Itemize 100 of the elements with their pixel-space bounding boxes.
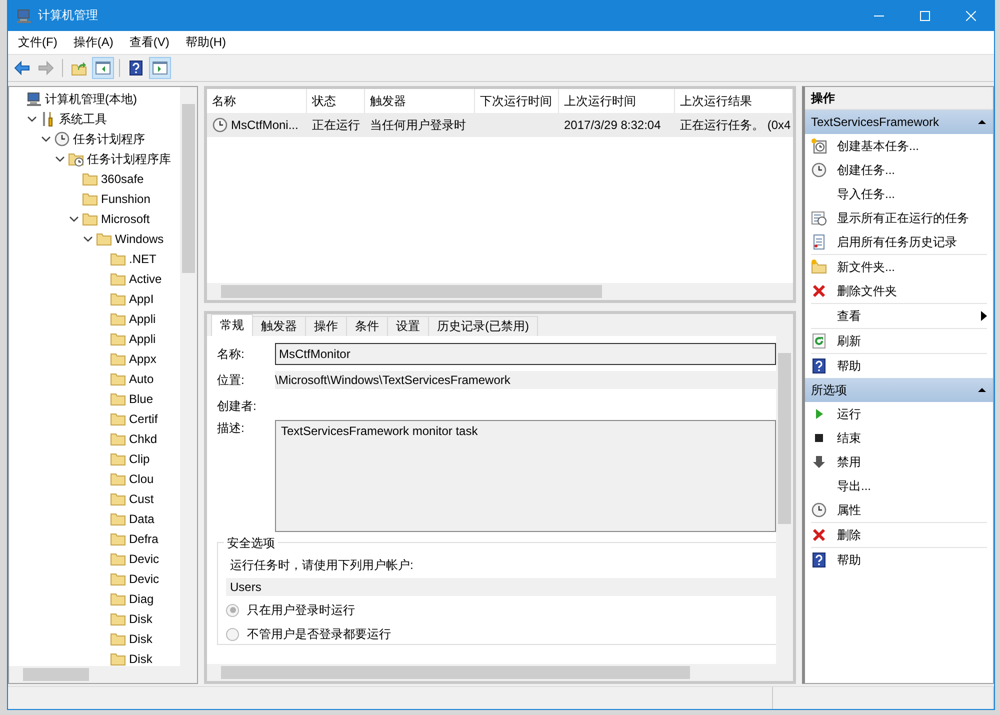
folder-icon	[110, 451, 126, 467]
horizontal-scrollbar[interactable]	[9, 666, 197, 683]
folder-icon	[110, 571, 126, 587]
chevron-down-icon[interactable]	[41, 134, 51, 144]
field-label: 位置:	[217, 372, 246, 388]
tree-item[interactable]: Diag	[129, 592, 154, 606]
tree-item[interactable]: 任务计划程序	[73, 130, 145, 148]
action-link[interactable]: 导出...	[837, 478, 987, 494]
tree-item[interactable]: Clip	[129, 452, 150, 466]
radio-button[interactable]	[226, 604, 239, 616]
chevron-down-icon[interactable]	[83, 234, 93, 244]
tree-item[interactable]: Clou	[129, 472, 154, 486]
folder-icon	[110, 251, 126, 267]
tree-item[interactable]: Certif	[129, 412, 158, 426]
action-pane-icon[interactable]	[149, 57, 171, 79]
section-header[interactable]: TextServicesFramework	[805, 110, 993, 134]
table-cell: MsCtfMoni...	[231, 118, 298, 132]
action-link[interactable]: 启用所有任务历史记录	[837, 234, 987, 250]
tree-item[interactable]: Disk	[129, 632, 152, 646]
tree-item[interactable]: Cust	[129, 492, 154, 506]
folder-icon	[110, 351, 126, 367]
folder-icon	[110, 391, 126, 407]
tree-item[interactable]: Data	[129, 512, 154, 526]
action-link[interactable]: 刷新	[837, 332, 987, 350]
list-clock-icon	[811, 210, 827, 226]
action-link[interactable]: 删除	[837, 526, 987, 544]
help-icon	[811, 358, 827, 374]
maximize-icon	[920, 10, 930, 20]
tree-item[interactable]: 系统工具	[59, 110, 107, 128]
collapse-arrow-icon[interactable]	[977, 117, 987, 127]
action-link[interactable]: 导入任务...	[837, 186, 987, 202]
tree-pane-icon[interactable]	[92, 57, 114, 79]
action-link[interactable]: 创建基本任务...	[837, 138, 987, 154]
log-list-icon	[811, 234, 827, 250]
delete-icon	[811, 283, 827, 299]
tree-item[interactable]: AppI	[129, 292, 154, 306]
section-header[interactable]: 所选项	[805, 378, 993, 402]
tree-item[interactable]: Disk	[129, 652, 152, 666]
radio-label: 不管用户是否登录都要运行	[247, 626, 391, 642]
action-link[interactable]: 新文件夹...	[837, 258, 987, 276]
action-link[interactable]: 查看	[837, 308, 971, 324]
vertical-scrollbar[interactable]	[180, 87, 197, 666]
chevron-down-icon[interactable]	[27, 114, 37, 124]
task-row[interactable]: MsCtfMoni... 正在运行 当任何用户登录时 2017/3/29 8:32:04 正在运行任务。 (0x4	[207, 113, 793, 137]
chevron-down-icon[interactable]	[69, 214, 79, 224]
refresh-icon	[811, 333, 827, 349]
tree-item[interactable]: 计算机管理(本地)	[45, 90, 137, 108]
section-title: TextServicesFramework	[811, 115, 940, 129]
tree-item[interactable]: Devic	[129, 572, 160, 586]
tab[interactable]: 历史记录(已禁用)	[428, 316, 538, 336]
tree-item[interactable]: 任务计划程序库	[87, 150, 171, 168]
tab[interactable]: 常规	[211, 314, 253, 336]
tree-item[interactable]: 360safe	[101, 172, 144, 186]
action-link[interactable]: 创建任务...	[837, 162, 987, 178]
action-link[interactable]: 属性	[837, 502, 987, 518]
new-folder-icon	[811, 259, 827, 275]
tree-item[interactable]: Appx	[129, 352, 156, 366]
radio-button[interactable]	[226, 628, 239, 640]
action-link[interactable]: 删除文件夹	[837, 282, 987, 300]
tree-item[interactable]: Disk	[129, 612, 152, 626]
horizontal-scrollbar[interactable]	[207, 283, 793, 300]
folder-icon	[110, 531, 126, 547]
tree-item[interactable]: Blue	[129, 392, 154, 406]
tree-item[interactable]: .NET	[129, 252, 156, 266]
tree-item[interactable]: Active	[129, 272, 162, 286]
folder-icon	[110, 431, 126, 447]
table-cell-text: 2017/3/29 8:32:04	[563, 118, 662, 132]
description-field[interactable]: TextServicesFramework monitor task	[275, 420, 776, 532]
tree-item[interactable]: Auto	[129, 372, 154, 386]
menu-item[interactable]: 帮助(H)	[177, 34, 234, 51]
tree-item[interactable]: Devic	[129, 552, 160, 566]
delete-icon	[811, 527, 827, 543]
action-link[interactable]: 运行	[837, 406, 987, 422]
tree-item[interactable]: Windows	[115, 232, 164, 246]
tree-item[interactable]: Defra	[129, 532, 158, 546]
computer-icon	[26, 91, 42, 107]
action-link[interactable]: 帮助	[837, 552, 987, 568]
computer-icon	[16, 8, 32, 24]
action-link[interactable]: 帮助	[837, 358, 987, 374]
chevron-down-icon[interactable]	[55, 154, 65, 164]
collapse-arrow-icon[interactable]	[977, 385, 987, 395]
name-field[interactable]: MsCtfMonitor	[275, 343, 776, 365]
menu-item[interactable]: 操作(A)	[65, 34, 122, 51]
action-link[interactable]: 显示所有正在运行的任务	[837, 210, 987, 226]
tree-item[interactable]: Appli	[129, 312, 156, 326]
action-link[interactable]: 结束	[837, 430, 987, 446]
folder-icon	[82, 171, 98, 187]
menu-item[interactable]: 查看(V)	[121, 34, 178, 51]
action-link[interactable]: 禁用	[837, 454, 987, 470]
tree-item[interactable]: Funshion	[101, 192, 150, 206]
folder-icon	[110, 511, 126, 527]
menu-item[interactable]: 文件(F)	[10, 34, 66, 51]
tree-item[interactable]: Appli	[129, 332, 156, 346]
tree-item[interactable]: Microsoft	[101, 212, 150, 226]
clock-icon	[811, 162, 827, 178]
window-title: 计算机管理	[38, 7, 98, 24]
folder-icon	[110, 311, 126, 327]
folder-icon	[110, 411, 126, 427]
tree-item[interactable]: Chkd	[129, 432, 158, 446]
section-title: 所选项	[811, 382, 847, 398]
